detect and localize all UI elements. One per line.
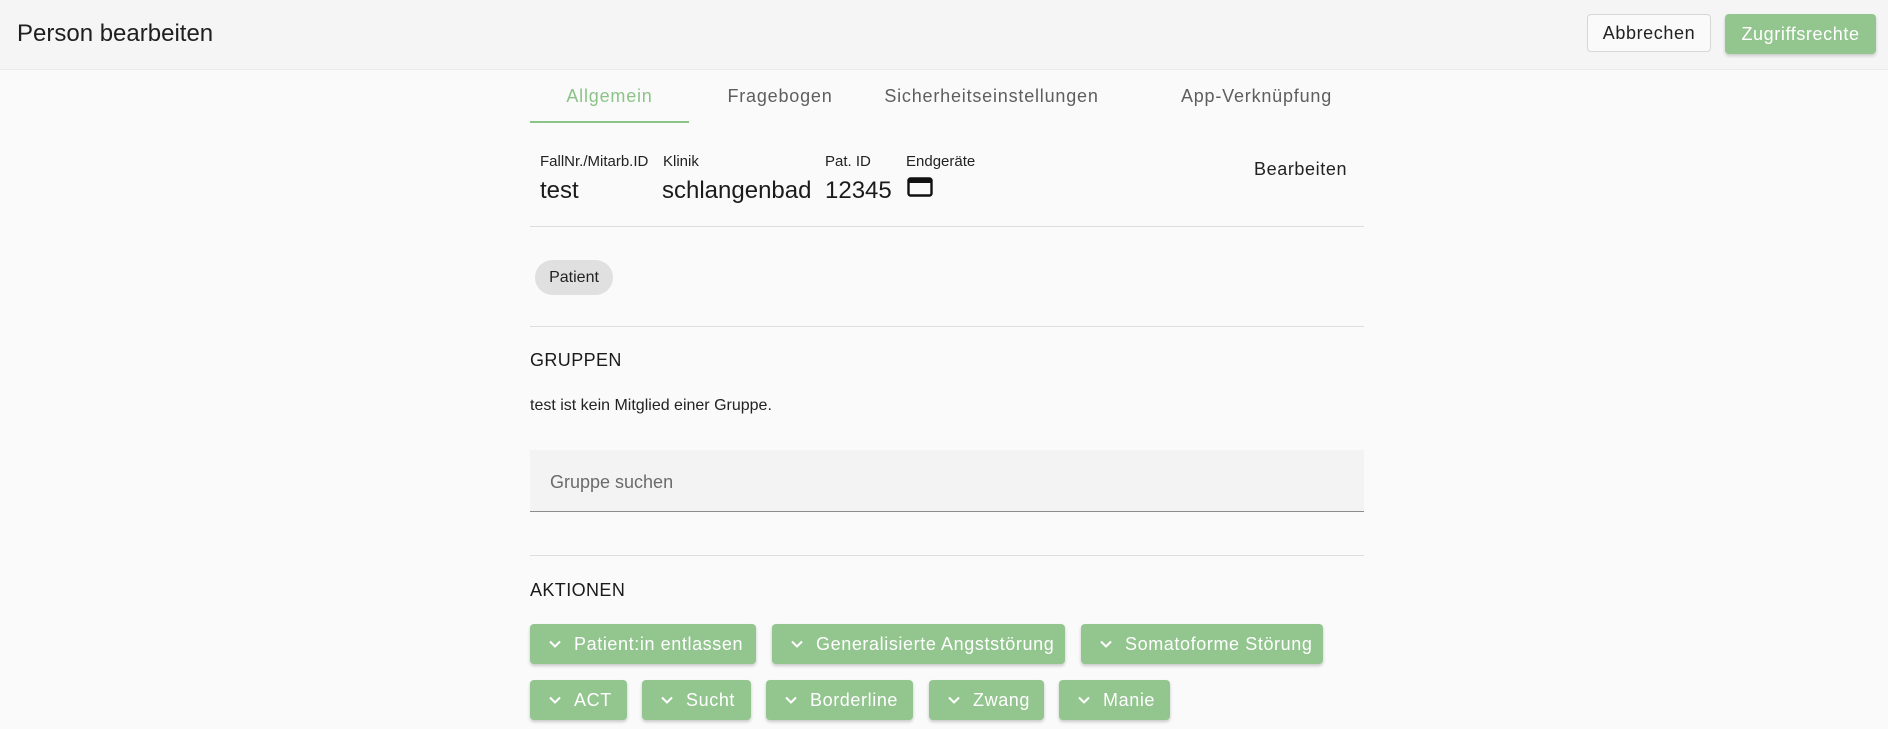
patid-value: 12345: [825, 177, 892, 204]
chevron-down-icon: [785, 696, 797, 704]
action-patient-entlassen-button[interactable]: Patient:in entlassen: [530, 624, 756, 664]
action-label: Generalisierte Angststörung: [816, 633, 1055, 654]
tab-fragebogen[interactable]: Fragebogen: [705, 69, 855, 124]
tab-app-verknuepfung[interactable]: App-Verknüpfung: [1170, 69, 1343, 124]
role-chip: Patient: [535, 260, 613, 295]
chevron-down-icon: [549, 696, 561, 704]
group-search-field[interactable]: [530, 450, 1364, 514]
chevron-down-icon: [791, 640, 803, 648]
chevron-down-icon: [948, 696, 960, 704]
action-somatoforme-stoerung-button[interactable]: Somatoforme Störung: [1081, 624, 1323, 664]
action-label: Patient:in entlassen: [574, 633, 744, 654]
tab-allgemein[interactable]: Allgemein: [530, 69, 689, 124]
action-act-button[interactable]: ACT: [530, 680, 627, 720]
action-label: Manie: [1103, 689, 1156, 710]
group-search-input[interactable]: [548, 450, 1342, 514]
action-label: Zwang: [973, 689, 1031, 710]
groups-title: GRUPPEN: [530, 350, 622, 370]
chevron-down-icon: [1078, 696, 1090, 704]
actions-title: AKTIONEN: [530, 580, 626, 600]
chevron-down-icon: [661, 696, 673, 704]
action-manie-button[interactable]: Manie: [1059, 680, 1170, 720]
divider: [530, 555, 1364, 556]
fallnr-value: test: [540, 177, 579, 204]
klinik-label: Klinik: [663, 153, 699, 170]
tab-sicherheitseinstellungen[interactable]: Sicherheitseinstellungen: [870, 69, 1113, 124]
divider: [530, 226, 1364, 227]
action-sucht-button[interactable]: Sucht: [642, 680, 751, 720]
patid-label: Pat. ID: [825, 153, 871, 170]
chevron-down-icon: [1100, 640, 1112, 648]
klinik-value: schlangenbad: [662, 177, 812, 204]
devices-label: Endgeräte: [906, 153, 976, 170]
divider: [530, 326, 1364, 327]
cancel-button[interactable]: Abbrechen: [1587, 14, 1711, 52]
edit-button[interactable]: Bearbeiten: [1254, 159, 1347, 180]
top-toolbar: Person bearbeiten Abbrechen Zugriffsrech…: [0, 0, 1888, 70]
action-label: Somatoforme Störung: [1125, 633, 1313, 654]
action-zwang-button[interactable]: Zwang: [929, 680, 1044, 720]
groups-empty-message: test ist kein Mitglied einer Gruppe.: [530, 397, 772, 414]
action-borderline-button[interactable]: Borderline: [766, 680, 913, 720]
tab-bar: Allgemein Fragebogen Sicherheitseinstell…: [530, 69, 1364, 124]
fallnr-label: FallNr./Mitarb.ID: [540, 153, 649, 170]
action-label: ACT: [574, 689, 612, 710]
page-title: Person bearbeiten: [17, 20, 214, 47]
chevron-down-icon: [549, 640, 561, 648]
active-tab-indicator: [530, 121, 689, 123]
action-label: Borderline: [810, 689, 899, 710]
action-label: Sucht: [686, 689, 736, 710]
action-generalisierte-angststoerung-button[interactable]: Generalisierte Angststörung: [772, 624, 1065, 664]
browser-window-icon[interactable]: [907, 177, 933, 197]
access-rights-button[interactable]: Zugriffsrechte: [1725, 14, 1876, 54]
